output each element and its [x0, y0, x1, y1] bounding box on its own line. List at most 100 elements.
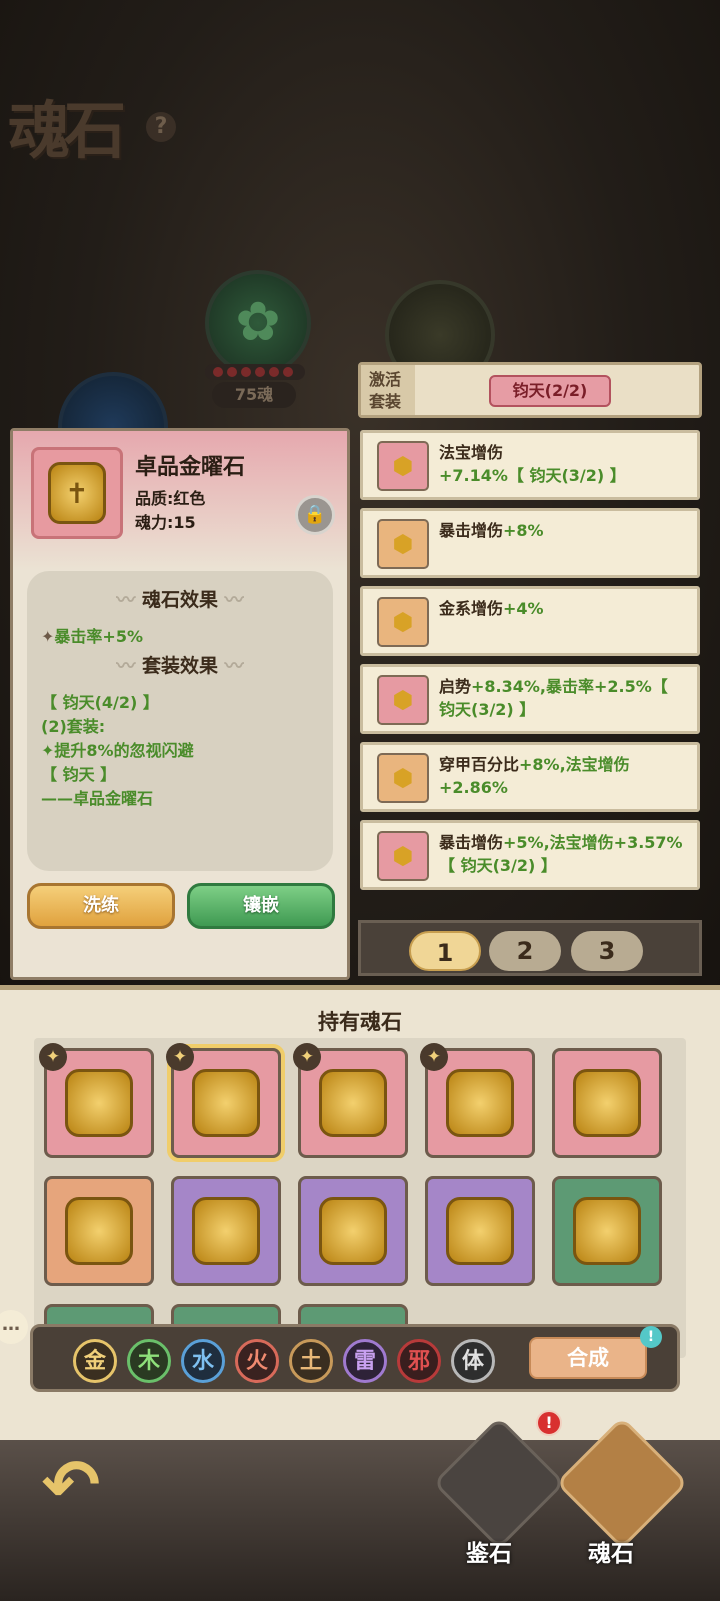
set-line: ——卓品金曜石: [41, 789, 154, 808]
inventory-stone-cell[interactable]: [552, 1176, 662, 1286]
set-line: 【 钧天(4/2) 】: [41, 693, 159, 712]
star-icon: ✦: [39, 1043, 67, 1071]
set-tag[interactable]: 钧天(2/2): [489, 375, 611, 407]
inventory-stone-cell[interactable]: ✦: [420, 1043, 535, 1158]
set-line: ✦提升8%的忽视闪避: [41, 741, 194, 760]
stone-list-row[interactable]: ⬢ 穿甲百分比+8%,法宝增伤+2.86%: [360, 742, 700, 812]
slot-dots: [205, 364, 305, 380]
star-icon: ✦: [166, 1043, 194, 1071]
appraise-tab-label: 鉴石: [466, 1541, 512, 1567]
effect-value: +5%: [102, 627, 143, 646]
stat-name: 金系增伤: [439, 599, 504, 618]
stone-row-text: 启势+8.34%,暴击率+2.5%【 钧天(3/2) 】: [439, 675, 687, 721]
element-filter-4[interactable]: 火: [235, 1339, 279, 1383]
stone-gem-icon: [446, 1197, 514, 1265]
stone-row-text: 暴击增伤+5%,法宝增伤+3.57%【 钧天(3/2) 】: [439, 831, 687, 877]
soulstone-tab-label: 魂石: [588, 1541, 634, 1567]
set-line: 【 钧天 】: [41, 765, 117, 784]
element-filter-1[interactable]: 金: [73, 1339, 117, 1383]
star-icon: ✦: [420, 1043, 448, 1071]
alert-badge: !: [536, 1410, 562, 1436]
stone-gem-icon: ⬢: [377, 675, 429, 725]
stone-list-row[interactable]: ⬢ 金系增伤+4%: [360, 586, 700, 656]
stone-power: 魂力:15: [135, 513, 196, 532]
page-2-tab[interactable]: 2: [489, 931, 561, 971]
stone-gem-icon: ⬢: [377, 597, 429, 647]
stat-value: +4%: [503, 599, 544, 618]
page-1-tab[interactable]: 1: [409, 931, 481, 971]
stone-name: 卓品金曜石: [135, 455, 246, 480]
element-filter-3[interactable]: 水: [181, 1339, 225, 1383]
back-arrow-icon[interactable]: ↶: [26, 1440, 116, 1530]
inventory-stone-cell[interactable]: ✦: [293, 1043, 408, 1158]
bullet-icon: ✦: [41, 627, 55, 646]
label-line: 激活: [369, 370, 402, 389]
help-icon[interactable]: ?: [146, 112, 176, 142]
effect-heading: 魂石效果: [27, 585, 333, 612]
inventory-title: 持有魂石: [318, 1010, 402, 1034]
stone-list-row[interactable]: ⬢ 法宝增伤 +7.14%【 钧天(3/2) 】: [360, 430, 700, 500]
stone-gem-icon: [192, 1197, 260, 1265]
merge-button[interactable]: 合成: [529, 1337, 647, 1379]
page-title: 魂石: [8, 94, 126, 167]
stone-row-text: 暴击增伤+8%: [439, 519, 687, 542]
stone-gem-icon: [192, 1069, 260, 1137]
stat-name: 法宝增伤: [439, 443, 504, 462]
stone-list-row[interactable]: ⬢ 启势+8.34%,暴击率+2.5%【 钧天(3/2) 】: [360, 664, 700, 734]
pager: 1 2 3: [358, 920, 702, 976]
stone-gem-icon: ⬢: [377, 753, 429, 803]
inventory-stone-cell[interactable]: [425, 1176, 535, 1286]
stone-gem-icon: [573, 1069, 641, 1137]
inventory-stone-cell[interactable]: [171, 1176, 281, 1286]
element-filter-8[interactable]: 体: [451, 1339, 495, 1383]
star-icon: ✦: [293, 1043, 321, 1071]
inventory-stone-cell[interactable]: ✦: [166, 1043, 281, 1158]
stone-gem-icon: ⬢: [377, 441, 429, 491]
inventory-grid: ✦ ✦ ✦ ✦: [34, 1038, 686, 1358]
activate-set-label: 激活 套装: [361, 365, 415, 415]
stat-name: 暴击增伤: [439, 521, 504, 540]
stone-row-text: 穿甲百分比+8%,法宝增伤+2.86%: [439, 753, 687, 799]
inventory-stone-cell[interactable]: ✦: [39, 1043, 154, 1158]
effect-box: 魂石效果 ✦暴击率+5% 套装效果 【 钧天(4/2) 】 (2)套装: ✦提升…: [27, 571, 333, 871]
label-line: 套装: [369, 392, 402, 411]
stone-list-row[interactable]: ⬢ 暴击增伤+8%: [360, 508, 700, 578]
page-3-tab[interactable]: 3: [571, 931, 643, 971]
stat-name: 启势: [439, 677, 472, 696]
stone-list-row[interactable]: ⬢ 暴击增伤+5%,法宝增伤+3.57%【 钧天(3/2) 】: [360, 820, 700, 890]
stat-name: 暴击增伤: [439, 833, 504, 852]
stone-detail-panel: ✝ 卓品金曜石 品质:红色 魂力:15 🔒 魂石效果 ✦暴击率+5% 套装效果 …: [10, 428, 350, 980]
stat-value: +7.14%【 钧天(3/2) 】: [439, 466, 626, 485]
wood-slot-orb[interactable]: ✿: [205, 270, 311, 376]
element-filter-6[interactable]: 雷: [343, 1339, 387, 1383]
stone-gem-icon: [65, 1069, 133, 1137]
stone-row-text: 法宝增伤 +7.14%【 钧天(3/2) 】: [439, 441, 687, 487]
stone-gem-icon: [446, 1069, 514, 1137]
inventory-stone-cell[interactable]: [44, 1176, 154, 1286]
effect-line: ✦暴击率+5%: [41, 623, 143, 647]
stone-quality: 品质:红色: [135, 489, 206, 508]
stat-name: 穿甲百分比: [439, 755, 520, 774]
stone-row-text: 金系增伤+4%: [439, 597, 687, 620]
stone-gem-icon: ⬢: [377, 519, 429, 569]
stone-gem-icon: ✝: [31, 447, 123, 539]
stone-gem-icon: ⬢: [377, 831, 429, 881]
stat-value: +8.34%,暴击率+2.5%【 钧天(3/2) 】: [439, 677, 668, 719]
inventory-stone-cell[interactable]: [298, 1176, 408, 1286]
element-filter-7[interactable]: 邪: [397, 1339, 441, 1383]
stone-gem-icon: [319, 1069, 387, 1137]
lock-icon[interactable]: 🔒: [295, 495, 335, 535]
stat-value: +8%: [503, 521, 544, 540]
effect-stat: 暴击率: [54, 627, 103, 646]
element-filter-5[interactable]: 土: [289, 1339, 333, 1383]
soul-count: 75魂: [212, 382, 296, 408]
activate-set-bar: 激活套装 钧天(2/2): [358, 362, 702, 418]
refine-button[interactable]: 洗练: [27, 883, 175, 929]
inventory-stone-cell[interactable]: [552, 1048, 662, 1158]
set-heading: 套装效果: [27, 651, 333, 678]
element-filter-bar: 合成 金木水火土雷邪体: [30, 1324, 680, 1392]
inlay-button[interactable]: 镶嵌: [187, 883, 335, 929]
stone-gem-icon: [65, 1197, 133, 1265]
element-filter-2[interactable]: 木: [127, 1339, 171, 1383]
merge-alert-badge: !: [640, 1326, 662, 1348]
